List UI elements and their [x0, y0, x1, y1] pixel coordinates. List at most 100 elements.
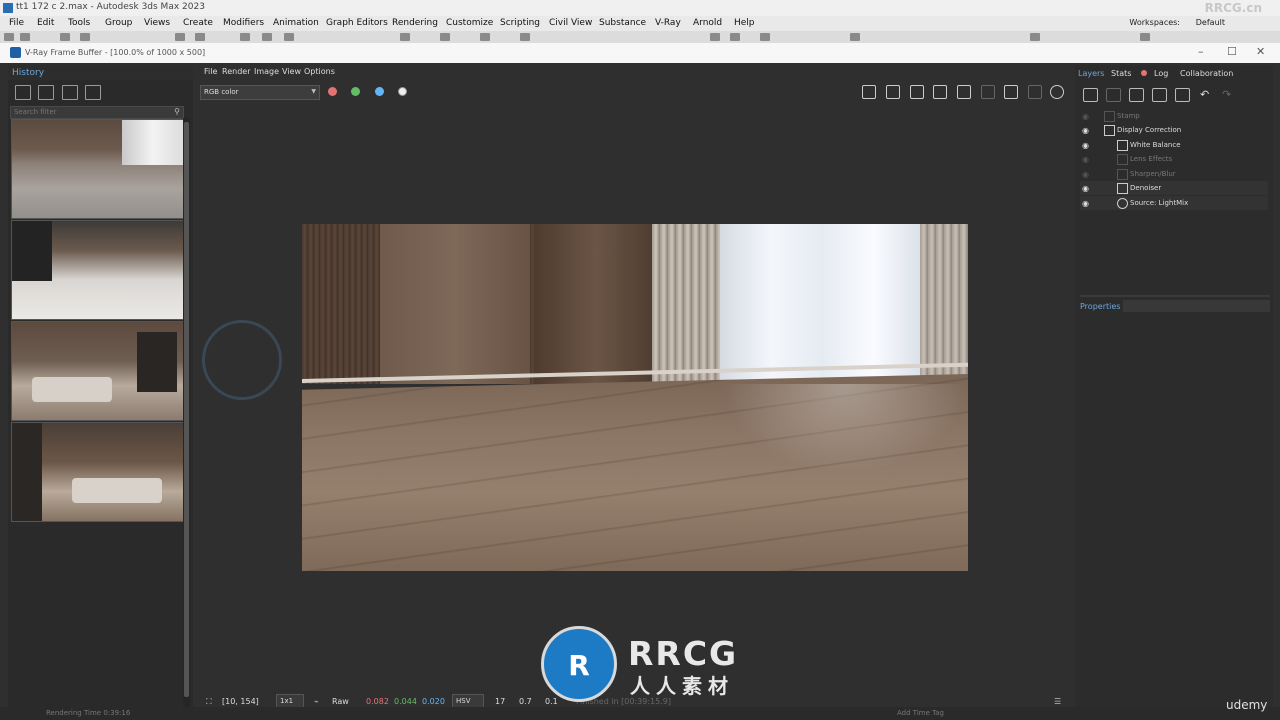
- red-channel-button[interactable]: [328, 87, 337, 96]
- select-name-icon[interactable]: [195, 33, 205, 41]
- angle-snap-icon[interactable]: [440, 33, 450, 41]
- layer-row[interactable]: ◉ Display Correction: [1080, 123, 1268, 137]
- unlink-icon[interactable]: [80, 33, 90, 41]
- menu-group[interactable]: Group: [105, 18, 132, 28]
- save-layers-icon[interactable]: [1129, 88, 1144, 102]
- redo-icon[interactable]: [20, 33, 30, 41]
- ab-compare-icon[interactable]: [38, 85, 54, 100]
- raw-toggle[interactable]: Raw: [332, 697, 349, 706]
- close-icon[interactable]: ✕: [1256, 45, 1265, 58]
- menu-arnold[interactable]: Arnold: [693, 18, 722, 28]
- history-search-input[interactable]: [11, 107, 167, 117]
- tab-collaboration[interactable]: Collaboration: [1180, 69, 1233, 78]
- blue-channel-button[interactable]: [375, 87, 384, 96]
- create-layer-icon[interactable]: [1083, 88, 1098, 102]
- render-frame-icon[interactable]: [730, 33, 740, 41]
- search-icon[interactable]: ⚲: [174, 107, 180, 116]
- load-history-icon[interactable]: [62, 85, 78, 100]
- layer-row[interactable]: ◉ Denoiser: [1080, 181, 1268, 195]
- maximize-icon[interactable]: ☐: [1227, 45, 1237, 58]
- layer-list-icon[interactable]: [1175, 88, 1190, 102]
- load-layers-icon[interactable]: [1152, 88, 1167, 102]
- eye-icon[interactable]: ◉: [1082, 199, 1089, 208]
- delete-layer-icon[interactable]: [1106, 88, 1121, 102]
- move-icon[interactable]: [240, 33, 250, 41]
- undo-icon[interactable]: [4, 33, 14, 41]
- scene-explorer-icon[interactable]: [1030, 33, 1040, 41]
- history-thumbnail[interactable]: [11, 220, 185, 320]
- save-history-icon[interactable]: [15, 85, 31, 100]
- eye-icon[interactable]: ◉: [1082, 126, 1089, 135]
- scale-icon[interactable]: [284, 33, 294, 41]
- menu-graph-editors[interactable]: Graph Editors: [326, 18, 388, 28]
- clear-image-icon[interactable]: [886, 85, 900, 99]
- minimize-icon[interactable]: –: [1198, 45, 1204, 58]
- layer-row[interactable]: ◉ Lens Effects: [1080, 152, 1268, 166]
- history-tab[interactable]: History: [8, 65, 193, 80]
- undo-icon[interactable]: ↶: [1200, 88, 1209, 101]
- eye-icon[interactable]: ◉: [1082, 170, 1089, 179]
- menu-edit[interactable]: Edit: [37, 18, 54, 28]
- test-resolution-icon[interactable]: [933, 85, 947, 99]
- link-icon[interactable]: [60, 33, 70, 41]
- material-editor-icon[interactable]: [850, 33, 860, 41]
- teapot-render-icon[interactable]: [1050, 85, 1064, 99]
- tab-layers[interactable]: Layers: [1078, 69, 1104, 78]
- render-last-icon[interactable]: [1028, 85, 1042, 99]
- rendered-image[interactable]: [302, 224, 968, 571]
- panel-splitter[interactable]: [1080, 295, 1270, 297]
- workspaces-dropdown[interactable]: Default: [1196, 18, 1225, 27]
- green-channel-button[interactable]: [351, 87, 360, 96]
- menu-lines-icon[interactable]: ☰: [1054, 697, 1061, 706]
- menu-create[interactable]: Create: [183, 18, 213, 28]
- render-setup-icon[interactable]: [710, 33, 720, 41]
- curve-icon[interactable]: ⌁: [314, 697, 319, 706]
- pick-icon[interactable]: ⛶: [206, 697, 212, 707]
- mirror-icon[interactable]: [480, 33, 490, 41]
- rotate-icon[interactable]: [262, 33, 272, 41]
- menu-substance[interactable]: Substance: [599, 18, 646, 28]
- menu-help[interactable]: Help: [734, 18, 755, 28]
- tab-stats[interactable]: Stats: [1111, 69, 1131, 78]
- vfb-menu-view[interactable]: View: [282, 67, 301, 76]
- menu-animation[interactable]: Animation: [273, 18, 319, 28]
- scrollbar-thumb[interactable]: [184, 122, 189, 697]
- interactive-render-icon[interactable]: [957, 85, 971, 99]
- vfb-menu-options[interactable]: Options: [304, 67, 335, 76]
- stop-render-icon[interactable]: [981, 85, 995, 99]
- menu-rendering[interactable]: Rendering: [392, 18, 438, 28]
- menu-customize[interactable]: Customize: [446, 18, 493, 28]
- menu-views[interactable]: Views: [144, 18, 170, 28]
- eye-icon[interactable]: ◉: [1082, 141, 1089, 150]
- history-scrollbar[interactable]: [183, 118, 190, 708]
- menu-file[interactable]: File: [9, 18, 24, 28]
- eye-icon[interactable]: ◉: [1082, 112, 1089, 121]
- eye-icon[interactable]: ◉: [1082, 155, 1089, 164]
- select-icon[interactable]: [175, 33, 185, 41]
- alpha-channel-icon[interactable]: [398, 87, 407, 96]
- history-thumbnail[interactable]: [11, 321, 185, 421]
- layer-row[interactable]: ◉ White Balance: [1080, 138, 1268, 152]
- layer-row[interactable]: ◉ Stamp: [1080, 109, 1268, 123]
- region-render-icon[interactable]: [910, 85, 924, 99]
- add-time-tag-button[interactable]: Add Time Tag: [897, 709, 944, 717]
- remove-history-icon[interactable]: [85, 85, 101, 100]
- render-icon[interactable]: [760, 33, 770, 41]
- menu-scripting[interactable]: Scripting: [500, 18, 540, 28]
- history-thumbnail[interactable]: [11, 119, 185, 219]
- channel-dropdown[interactable]: RGB color ▼: [200, 85, 320, 100]
- layer-row[interactable]: ◉ Sharpen/Blur: [1080, 167, 1268, 181]
- menu-vray[interactable]: V-Ray: [655, 18, 681, 28]
- eye-icon[interactable]: ◉: [1082, 184, 1089, 193]
- vfb-menu-render[interactable]: Render: [222, 67, 250, 76]
- redo-icon[interactable]: ↷: [1222, 88, 1231, 101]
- tab-log[interactable]: Log: [1154, 69, 1168, 78]
- help-search-icon[interactable]: [1140, 33, 1150, 41]
- snap-icon[interactable]: [400, 33, 410, 41]
- menu-tools[interactable]: Tools: [68, 18, 90, 28]
- vfb-menu-file[interactable]: File: [204, 67, 217, 76]
- menu-modifiers[interactable]: Modifiers: [223, 18, 264, 28]
- save-image-icon[interactable]: [862, 85, 876, 99]
- history-thumbnail[interactable]: [11, 422, 185, 522]
- vfb-menu-image[interactable]: Image: [254, 67, 279, 76]
